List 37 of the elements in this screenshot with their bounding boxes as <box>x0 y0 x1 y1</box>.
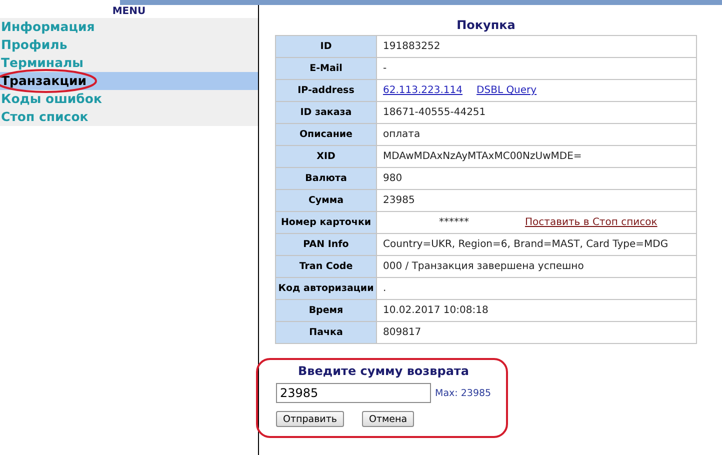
amount-field[interactable]: 23985 <box>276 383 431 403</box>
field-value: 10.02.2017 10:08:18 <box>376 300 696 322</box>
section-title: Покупка <box>456 18 516 34</box>
field-value: - <box>376 58 696 80</box>
field-value: 23985 <box>376 190 696 212</box>
field-label: Валюта <box>276 168 376 190</box>
card-number: ****** <box>438 217 470 228</box>
cancel-button[interactable]: Отмена <box>362 411 414 427</box>
field-value: 000 / Транзакция завершена успешно <box>376 256 696 278</box>
max-amount: Max: 23985 <box>435 388 492 398</box>
stop-list-link[interactable]: Поставить в Стоп список <box>525 217 658 228</box>
field-label: E-Mail <box>276 58 376 80</box>
field-label: ID <box>276 36 376 58</box>
field-value: 18671-40555-44251 <box>376 102 696 124</box>
field-label: Номер карточки <box>276 212 376 234</box>
field-value: 980 <box>376 168 696 190</box>
field-label: Tran Code <box>276 256 376 278</box>
field-value: оплата <box>376 124 696 146</box>
field-label: Сумма <box>276 190 376 212</box>
refund-title: Введите сумму возврата <box>297 364 470 380</box>
field-label: IP-address <box>276 80 376 102</box>
field-label: ID заказа <box>276 102 376 124</box>
field-label: XID <box>276 146 376 168</box>
field-label: Описание <box>276 124 376 146</box>
field-value: 191883252 <box>376 36 696 58</box>
field-value: Country=UKR, Region=6, Brand=MAST, Card Type=MDG <box>376 234 696 256</box>
field-value: 809817 <box>376 322 696 344</box>
field-label: PAN Info <box>276 234 376 256</box>
field-label: Время <box>276 300 376 322</box>
field-label: Код авторизации <box>276 278 376 300</box>
sidebar-item[interactable]: Транзакции <box>0 72 258 90</box>
field-label: Пачка <box>276 322 376 344</box>
field-value: MDAwMDAxNzAyMTAxMC00NzUwMDE= <box>376 146 696 168</box>
submit-button[interactable]: Отправить <box>276 411 344 427</box>
link[interactable]: 62.113.223.114 <box>383 85 463 96</box>
field-value: . <box>376 278 696 300</box>
link[interactable]: DSBL Query <box>476 85 537 96</box>
